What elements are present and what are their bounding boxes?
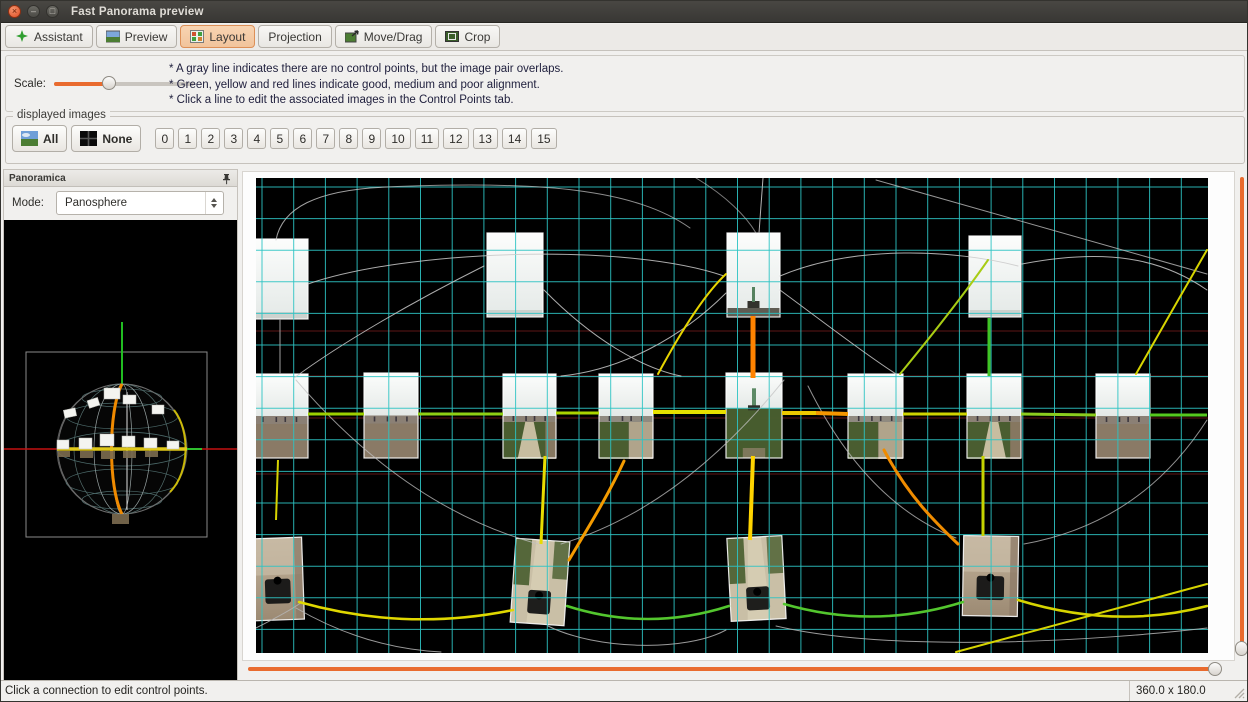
vfov-slider[interactable] [1235, 173, 1248, 663]
vfov-slider-handle[interactable] [1235, 641, 1248, 656]
tab-bar: Assistant Preview Layout Projection Move… [1, 24, 1247, 51]
status-bar: Click a connection to edit control point… [1, 680, 1247, 701]
help-text: * A gray line indicates there are no con… [169, 62, 563, 109]
image-toggle-6[interactable]: 6 [293, 128, 312, 149]
panel-title: Panoramica [9, 173, 66, 184]
tab-crop[interactable]: Crop [435, 25, 500, 48]
panosphere-sphere [4, 220, 237, 681]
close-button[interactable]: × [8, 5, 21, 18]
layout-graph [256, 178, 1208, 653]
image-toggle-0[interactable]: 0 [155, 128, 174, 149]
image-toggle-13[interactable]: 13 [473, 128, 498, 149]
mode-label: Mode: [12, 197, 44, 209]
titlebar: × – □ Fast Panorama preview [1, 1, 1247, 23]
displayed-images-legend: displayed images [13, 109, 110, 121]
image-toggle-10[interactable]: 10 [385, 128, 410, 149]
minimize-button[interactable]: – [27, 5, 40, 18]
scale-slider-handle[interactable] [102, 76, 116, 90]
assistant-icon [15, 30, 29, 43]
displayed-images-group: displayed images All None 0 1 2 3 4 5 [5, 116, 1245, 164]
panoramica-panel: Panoramica Mode: Panosphere [3, 169, 238, 682]
image-toggle-row: 0 1 2 3 4 5 6 7 8 9 10 11 12 13 14 15 [155, 128, 556, 149]
mode-select[interactable]: Panosphere [56, 191, 224, 215]
pano-size-field: 360.0 x 180.0 [1129, 681, 1247, 701]
combo-spinner-icon[interactable] [205, 192, 223, 214]
image-toggle-9[interactable]: 9 [362, 128, 381, 149]
all-button[interactable]: All [12, 125, 67, 152]
layout-canvas[interactable] [256, 178, 1208, 653]
mode-row: Mode: Panosphere [4, 187, 237, 219]
pin-icon[interactable] [221, 172, 232, 184]
window-title: Fast Panorama preview [71, 6, 204, 18]
image-toggle-2[interactable]: 2 [201, 128, 220, 149]
hfov-slider-handle[interactable] [1208, 662, 1222, 676]
image-toggle-15[interactable]: 15 [531, 128, 556, 149]
tab-preview[interactable]: Preview [96, 25, 178, 48]
tab-move-drag[interactable]: Move/Drag [335, 25, 433, 48]
preview-icon [106, 30, 120, 43]
image-toggle-4[interactable]: 4 [247, 128, 266, 149]
image-toggle-1[interactable]: 1 [178, 128, 197, 149]
panosphere-preview[interactable] [4, 220, 237, 681]
image-toggle-5[interactable]: 5 [270, 128, 289, 149]
help-box: Scale: * A gray line indicates there are… [5, 55, 1245, 112]
none-button[interactable]: None [71, 125, 141, 152]
all-images-icon [21, 131, 38, 146]
image-toggle-11[interactable]: 11 [415, 128, 439, 149]
maximize-button[interactable]: □ [46, 5, 59, 18]
resize-grip[interactable] [1233, 687, 1246, 700]
app-window: × – □ Fast Panorama preview Assistant Pr… [0, 0, 1248, 702]
move-drag-icon [345, 30, 359, 43]
hfov-slider[interactable] [244, 660, 1234, 678]
crop-icon [445, 30, 459, 43]
no-images-icon [80, 131, 97, 146]
image-toggle-12[interactable]: 12 [443, 128, 468, 149]
tab-assistant[interactable]: Assistant [5, 25, 93, 48]
image-toggle-14[interactable]: 14 [502, 128, 527, 149]
image-toggle-3[interactable]: 3 [224, 128, 243, 149]
tab-layout[interactable]: Layout [180, 25, 255, 48]
image-toggle-8[interactable]: 8 [339, 128, 358, 149]
status-message: Click a connection to edit control point… [1, 685, 1129, 697]
panoramica-header: Panoramica [4, 170, 237, 187]
layout-icon [190, 30, 204, 43]
image-toggle-7[interactable]: 7 [316, 128, 335, 149]
scale-label: Scale: [14, 78, 46, 90]
tab-projection[interactable]: Projection [258, 25, 331, 48]
layout-canvas-widget [242, 171, 1235, 661]
